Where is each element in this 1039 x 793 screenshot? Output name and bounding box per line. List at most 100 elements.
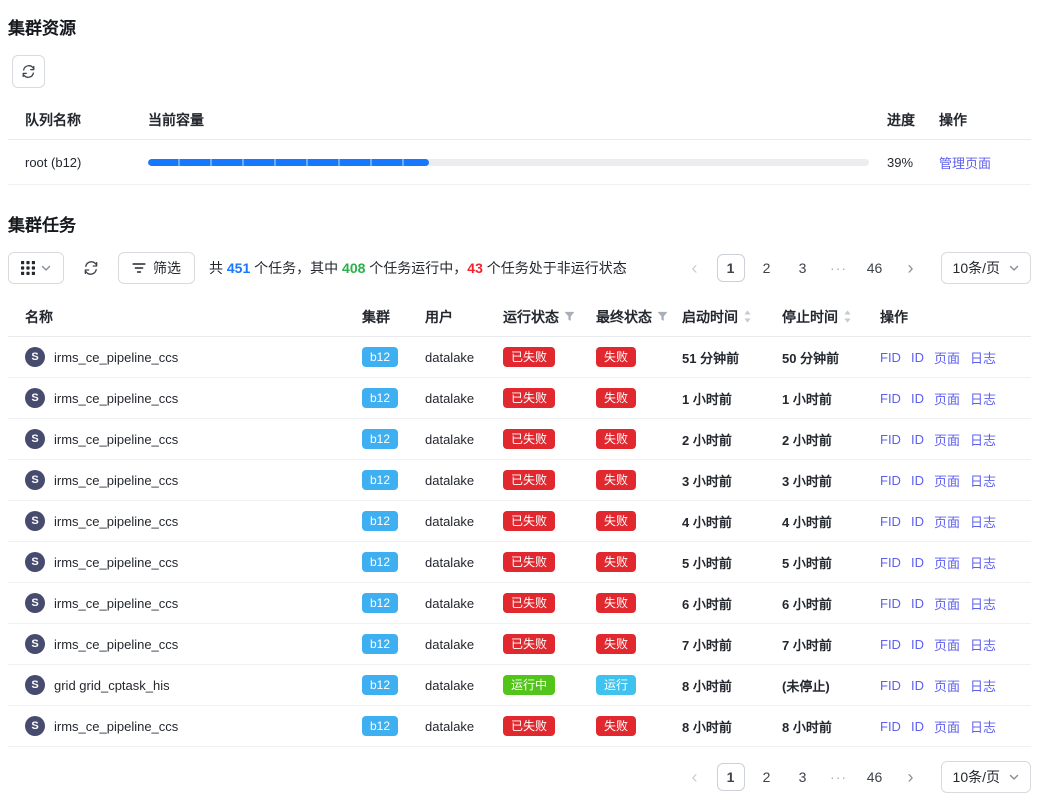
action-link-fid[interactable]: FID [880, 432, 901, 447]
action-link-fid[interactable]: FID [880, 555, 901, 570]
action-link-page[interactable]: 页面 [934, 717, 960, 736]
page: 集群资源 队列名称 当前容量 进度 操作 root (b12) [0, 0, 1039, 793]
section-title-cluster-tasks: 集群任务 [8, 211, 1031, 236]
manage-page-link[interactable]: 管理页面 [939, 153, 991, 172]
column-header-label: 启动时间 [682, 307, 738, 327]
action-link-log[interactable]: 日志 [970, 553, 996, 572]
action-link-page[interactable]: 页面 [934, 594, 960, 613]
pagination-prev[interactable]: ‹ [681, 763, 709, 791]
action-link-fid[interactable]: FID [880, 473, 901, 488]
action-link-fid[interactable]: FID [880, 637, 901, 652]
column-header-label: 运行状态 [503, 307, 559, 327]
pagination-page-3[interactable]: 3 [789, 254, 817, 282]
final-status-badge: 失败 [596, 470, 636, 490]
pagination-page-3[interactable]: 3 [789, 763, 817, 791]
queue-progress-bar [148, 159, 869, 166]
action-link-page[interactable]: 页面 [934, 676, 960, 695]
action-link-log[interactable]: 日志 [970, 348, 996, 367]
start-time: 8 小时前 [682, 706, 782, 746]
pagination-page-1[interactable]: 1 [717, 763, 745, 791]
table-row: Sirms_ce_pipeline_ccsb12datalake已失败失败5 小… [8, 542, 1031, 583]
start-time: 8 小时前 [682, 665, 782, 705]
filter-icon[interactable] [564, 311, 575, 322]
pagination-next[interactable]: › [897, 763, 925, 791]
sorter-icon[interactable] [743, 310, 752, 323]
column-header-label: 最终状态 [596, 307, 652, 327]
run-status-badge: 已失败 [503, 511, 555, 531]
refresh-tasks-button[interactable] [78, 252, 104, 284]
action-link-page[interactable]: 页面 [934, 471, 960, 490]
action-link-log[interactable]: 日志 [970, 389, 996, 408]
pagination-ellipsis[interactable]: ··· [825, 254, 853, 282]
action-link-id[interactable]: ID [911, 637, 924, 652]
action-link-log[interactable]: 日志 [970, 676, 996, 695]
stop-time: 3 小时前 [782, 460, 880, 500]
task-name: irms_ce_pipeline_ccs [54, 719, 178, 734]
task-table-body: Sirms_ce_pipeline_ccsb12datalake已失败失败51 … [8, 337, 1031, 747]
action-link-id[interactable]: ID [911, 596, 924, 611]
action-link-id[interactable]: ID [911, 473, 924, 488]
action-link-id[interactable]: ID [911, 555, 924, 570]
action-link-fid[interactable]: FID [880, 678, 901, 693]
action-link-id[interactable]: ID [911, 350, 924, 365]
running-task-count: 408 [342, 260, 365, 276]
action-link-log[interactable]: 日志 [970, 512, 996, 531]
action-link-fid[interactable]: FID [880, 391, 901, 406]
action-link-id[interactable]: ID [911, 432, 924, 447]
column-header-name: 名称 [8, 297, 362, 336]
start-time: 5 小时前 [682, 542, 782, 582]
table-row: Sirms_ce_pipeline_ccsb12datalake已失败失败2 小… [8, 419, 1031, 460]
column-header-queue-name: 队列名称 [8, 100, 148, 139]
column-header-label: 当前容量 [148, 110, 204, 130]
pagination-page-2[interactable]: 2 [753, 763, 781, 791]
refresh-resources-button[interactable] [12, 55, 45, 88]
column-header-cluster: 集群 [362, 297, 425, 336]
sorter-icon[interactable] [843, 310, 852, 323]
filter-button[interactable]: 筛选 [118, 252, 195, 284]
action-link-id[interactable]: ID [911, 678, 924, 693]
table-row: Sirms_ce_pipeline_ccsb12datalake已失败失败6 小… [8, 583, 1031, 624]
table-row: Sirms_ce_pipeline_ccsb12datalake已失败失败3 小… [8, 460, 1031, 501]
action-link-log[interactable]: 日志 [970, 594, 996, 613]
page-size-select[interactable]: 10条/页 [941, 761, 1031, 793]
column-header-label: 名称 [25, 307, 53, 327]
avatar: S [25, 347, 45, 367]
action-link-page[interactable]: 页面 [934, 430, 960, 449]
action-link-page[interactable]: 页面 [934, 348, 960, 367]
user-name: datalake [425, 583, 503, 623]
column-header-user: 用户 [425, 297, 503, 336]
action-link-fid[interactable]: FID [880, 514, 901, 529]
avatar: S [25, 470, 45, 490]
action-link-id[interactable]: ID [911, 391, 924, 406]
action-link-log[interactable]: 日志 [970, 717, 996, 736]
action-link-id[interactable]: ID [911, 719, 924, 734]
pagination-ellipsis[interactable]: ··· [825, 763, 853, 791]
pagination-page-46[interactable]: 46 [861, 254, 889, 282]
action-link-page[interactable]: 页面 [934, 389, 960, 408]
capacity-cell [148, 140, 887, 184]
pagination-page-2[interactable]: 2 [753, 254, 781, 282]
pagination-page-1[interactable]: 1 [717, 254, 745, 282]
action-link-page[interactable]: 页面 [934, 512, 960, 531]
column-header-label: 集群 [362, 307, 390, 327]
user-name: datalake [425, 665, 503, 705]
action-link-fid[interactable]: FID [880, 719, 901, 734]
action-link-fid[interactable]: FID [880, 596, 901, 611]
action-link-log[interactable]: 日志 [970, 430, 996, 449]
column-header-run-status: 运行状态 [503, 297, 596, 336]
action-link-log[interactable]: 日志 [970, 635, 996, 654]
avatar: S [25, 593, 45, 613]
table-row: root (b12) 39% 管理页面 [8, 140, 1031, 185]
column-settings-button[interactable] [8, 252, 64, 284]
action-link-fid[interactable]: FID [880, 350, 901, 365]
page-size-select[interactable]: 10条/页 [941, 252, 1031, 284]
pagination-page-46[interactable]: 46 [861, 763, 889, 791]
action-link-page[interactable]: 页面 [934, 553, 960, 572]
action-link-log[interactable]: 日志 [970, 471, 996, 490]
filter-icon[interactable] [657, 311, 668, 322]
pagination-prev[interactable]: ‹ [681, 254, 709, 282]
action-link-page[interactable]: 页面 [934, 635, 960, 654]
action-link-id[interactable]: ID [911, 514, 924, 529]
pagination-next[interactable]: › [897, 254, 925, 282]
user-name: datalake [425, 501, 503, 541]
